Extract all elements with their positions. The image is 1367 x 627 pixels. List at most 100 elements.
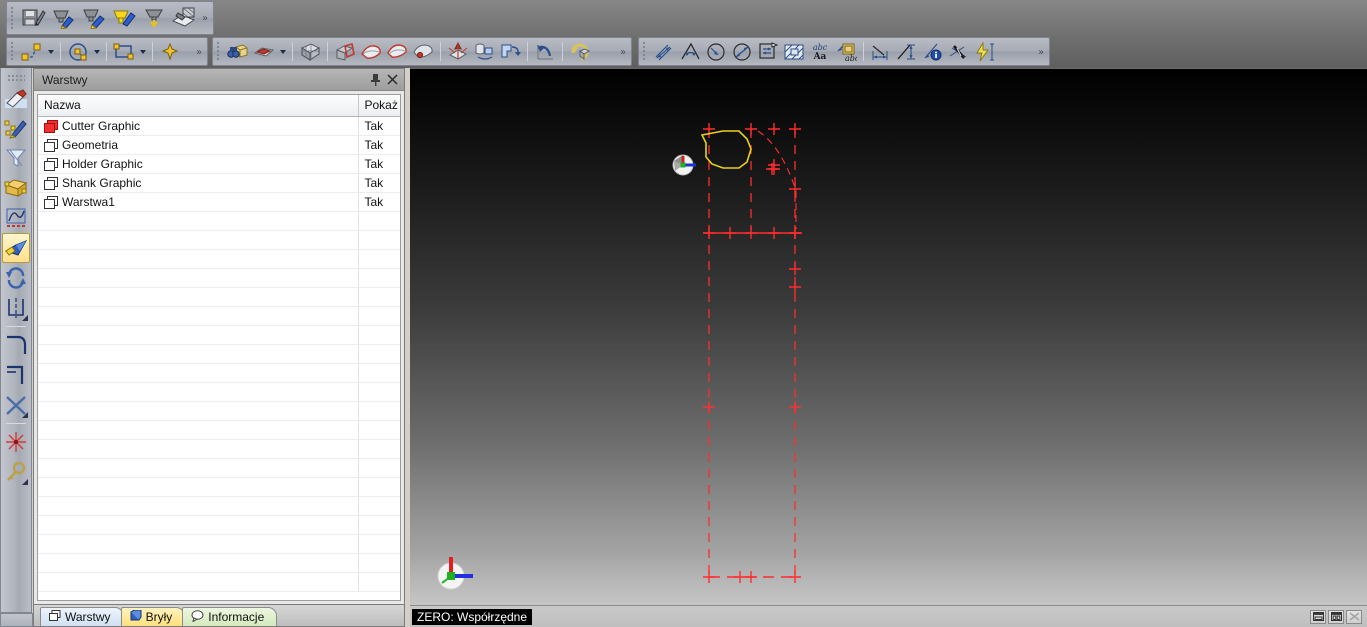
table-row[interactable]: Warstwa1 Tak [38, 192, 400, 212]
empty-table-row[interactable] [38, 458, 400, 478]
empty-table-row[interactable] [38, 420, 400, 440]
boolean-icon[interactable] [332, 39, 358, 64]
table-row[interactable]: Shank Graphic Tak [38, 173, 400, 193]
rectangle-icon[interactable] [111, 39, 137, 64]
info-dimension-icon[interactable] [920, 39, 946, 64]
angular-dimension-icon[interactable] [677, 39, 703, 64]
empty-table-row[interactable] [38, 268, 400, 288]
layer-show-cell[interactable]: Tak [358, 135, 400, 155]
rotate-view-icon[interactable] [2, 263, 30, 293]
cutter-edit-icon[interactable] [49, 4, 79, 32]
empty-table-row[interactable] [38, 230, 400, 250]
polyline-dropdown[interactable] [45, 39, 56, 65]
undo-icon[interactable] [532, 39, 558, 64]
toolbar-overflow-button[interactable]: » [617, 47, 629, 56]
solid-box-icon[interactable] [2, 173, 30, 203]
layer-visibility-icon[interactable] [44, 157, 58, 171]
column-header-pokaz[interactable]: Pokaż [358, 95, 400, 117]
hatch-icon[interactable] [781, 39, 807, 64]
empty-table-row[interactable] [38, 344, 400, 364]
toolbar-overflow-button[interactable]: » [199, 13, 211, 22]
layer-show-cell[interactable]: Tak [358, 116, 400, 136]
extrude-dropdown[interactable] [277, 39, 288, 65]
layer-visibility-icon[interactable] [44, 176, 58, 190]
column-header-nazwa[interactable]: Nazwa [38, 95, 359, 117]
inspect-solid-icon[interactable] [225, 39, 251, 64]
layer-name-cell[interactable]: Geometria [38, 135, 359, 155]
holder-insert-icon[interactable] [139, 4, 169, 32]
key-dropdown-caret[interactable] [22, 479, 28, 485]
empty-table-row[interactable] [38, 382, 400, 402]
toolbar-overflow-button[interactable]: » [193, 47, 205, 56]
tab-bryly[interactable]: Bryły [120, 607, 186, 626]
empty-table-row[interactable] [38, 534, 400, 554]
leader-icon[interactable] [868, 39, 894, 64]
empty-table-row[interactable] [38, 306, 400, 326]
circle-dropdown[interactable] [91, 39, 102, 65]
height-dimension-icon[interactable] [894, 39, 920, 64]
toolbar-grip[interactable] [8, 40, 16, 63]
close-icon[interactable] [384, 71, 401, 88]
empty-table-row[interactable] [38, 439, 400, 459]
table-row[interactable]: Geometria Tak [38, 135, 400, 155]
mirror-icon[interactable] [445, 39, 471, 64]
filter-icon[interactable] [2, 143, 30, 173]
layer-show-cell[interactable]: Tak [358, 154, 400, 174]
tolerance-icon[interactable] [946, 39, 972, 64]
layer-visibility-icon[interactable] [44, 138, 58, 152]
pin-icon[interactable] [367, 71, 384, 88]
key-icon[interactable] [2, 457, 30, 487]
centerline-icon[interactable] [2, 293, 30, 323]
empty-table-row[interactable] [38, 211, 400, 231]
table-row[interactable]: Cutter Graphic Tak [38, 116, 400, 136]
polyline-icon[interactable] [19, 39, 45, 64]
layer-name-cell[interactable]: Shank Graphic [38, 173, 359, 193]
layers-grid[interactable]: Nazwa Pokaż Cutter Graphic Tak Geometria Ta… [37, 94, 401, 601]
text-abc-icon[interactable]: abc Aa [807, 39, 833, 64]
empty-table-row[interactable] [38, 496, 400, 516]
shade-solid-icon[interactable] [2, 233, 30, 263]
empty-table-row[interactable] [38, 572, 400, 592]
circle-icon[interactable] [65, 39, 91, 64]
table-row[interactable]: Holder Graphic Tak [38, 154, 400, 174]
mdi-restore-button[interactable] [1328, 609, 1344, 624]
layer-show-cell[interactable]: Tak [358, 173, 400, 193]
spline-icon[interactable] [2, 203, 30, 233]
trim-dropdown-caret[interactable] [22, 412, 28, 418]
empty-table-row[interactable] [38, 515, 400, 535]
empty-table-row[interactable] [38, 249, 400, 269]
layer-show-cell[interactable]: Tak [358, 192, 400, 212]
tab-warstwy[interactable]: Warstwy [40, 607, 124, 626]
diameter-dimension-icon[interactable] [729, 39, 755, 64]
layer-visibility-icon[interactable] [44, 119, 58, 133]
extrude-solid-icon[interactable] [251, 39, 277, 64]
sweep-surface-icon[interactable] [384, 39, 410, 64]
empty-table-row[interactable] [38, 477, 400, 497]
empty-table-row[interactable] [38, 325, 400, 345]
ordinate-dimension-icon[interactable] [755, 39, 781, 64]
shell-icon[interactable] [497, 39, 523, 64]
empty-table-row[interactable] [38, 287, 400, 307]
layer-name-cell[interactable]: Holder Graphic [38, 154, 359, 174]
redo-rotate-icon[interactable] [567, 39, 593, 64]
note-abc-icon[interactable]: abc [833, 39, 859, 64]
revolve-surface-icon[interactable] [410, 39, 436, 64]
eraser-icon[interactable] [2, 83, 30, 113]
layer-visibility-icon[interactable] [44, 195, 58, 209]
radius-dimension-icon[interactable] [703, 39, 729, 64]
snap-star-icon[interactable] [2, 427, 30, 457]
tab-informacje[interactable]: Informacje [182, 607, 278, 626]
render-tool-icon[interactable] [169, 4, 199, 32]
surface-patch-icon[interactable] [297, 39, 323, 64]
quick-dimension-icon[interactable] [972, 39, 998, 64]
cutter-highlight-icon[interactable] [109, 4, 139, 32]
mdi-minimize-button[interactable] [1310, 609, 1326, 624]
linear-dimension-icon[interactable] [651, 39, 677, 64]
rectangle-dropdown[interactable] [137, 39, 148, 65]
layer-name-cell[interactable]: Warstwa1 [38, 192, 359, 212]
empty-table-row[interactable] [38, 401, 400, 421]
chamfer-icon[interactable] [2, 360, 30, 390]
save-tool-icon[interactable] [19, 4, 49, 32]
empty-table-row[interactable] [38, 363, 400, 383]
toolbar-grip[interactable] [8, 5, 16, 31]
